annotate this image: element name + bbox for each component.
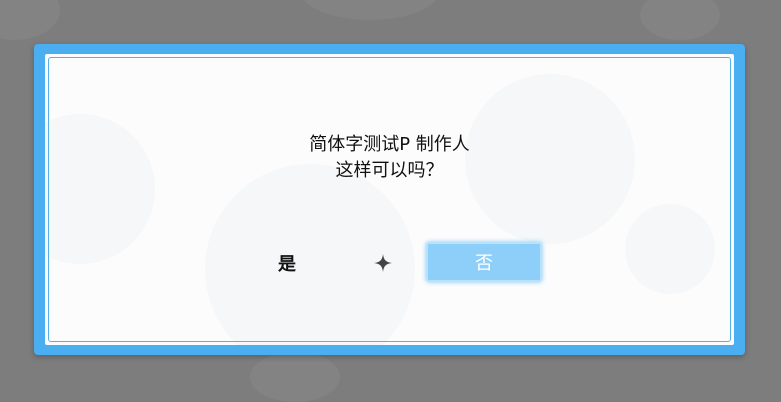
message-line-1: 简体字测试P 制作人 (309, 134, 470, 155)
no-button[interactable]: 否 (426, 242, 542, 282)
sparkle-icon (374, 254, 392, 272)
background-bubble (640, 0, 720, 40)
confirm-dialog: 简体字测试P 制作人 这样可以吗？ 是 否 (34, 44, 745, 355)
dialog-message: 简体字测试P 制作人 这样可以吗？ (45, 132, 734, 184)
background-bubble (250, 352, 340, 402)
background-bubble (300, 0, 440, 20)
message-line-2: 这样可以吗？ (335, 160, 444, 181)
background-bubble (0, 0, 60, 40)
yes-button[interactable]: 是 (263, 243, 311, 283)
panel-bubble (625, 204, 715, 294)
dialog-panel: 简体字测试P 制作人 这样可以吗？ 是 否 (45, 54, 734, 345)
